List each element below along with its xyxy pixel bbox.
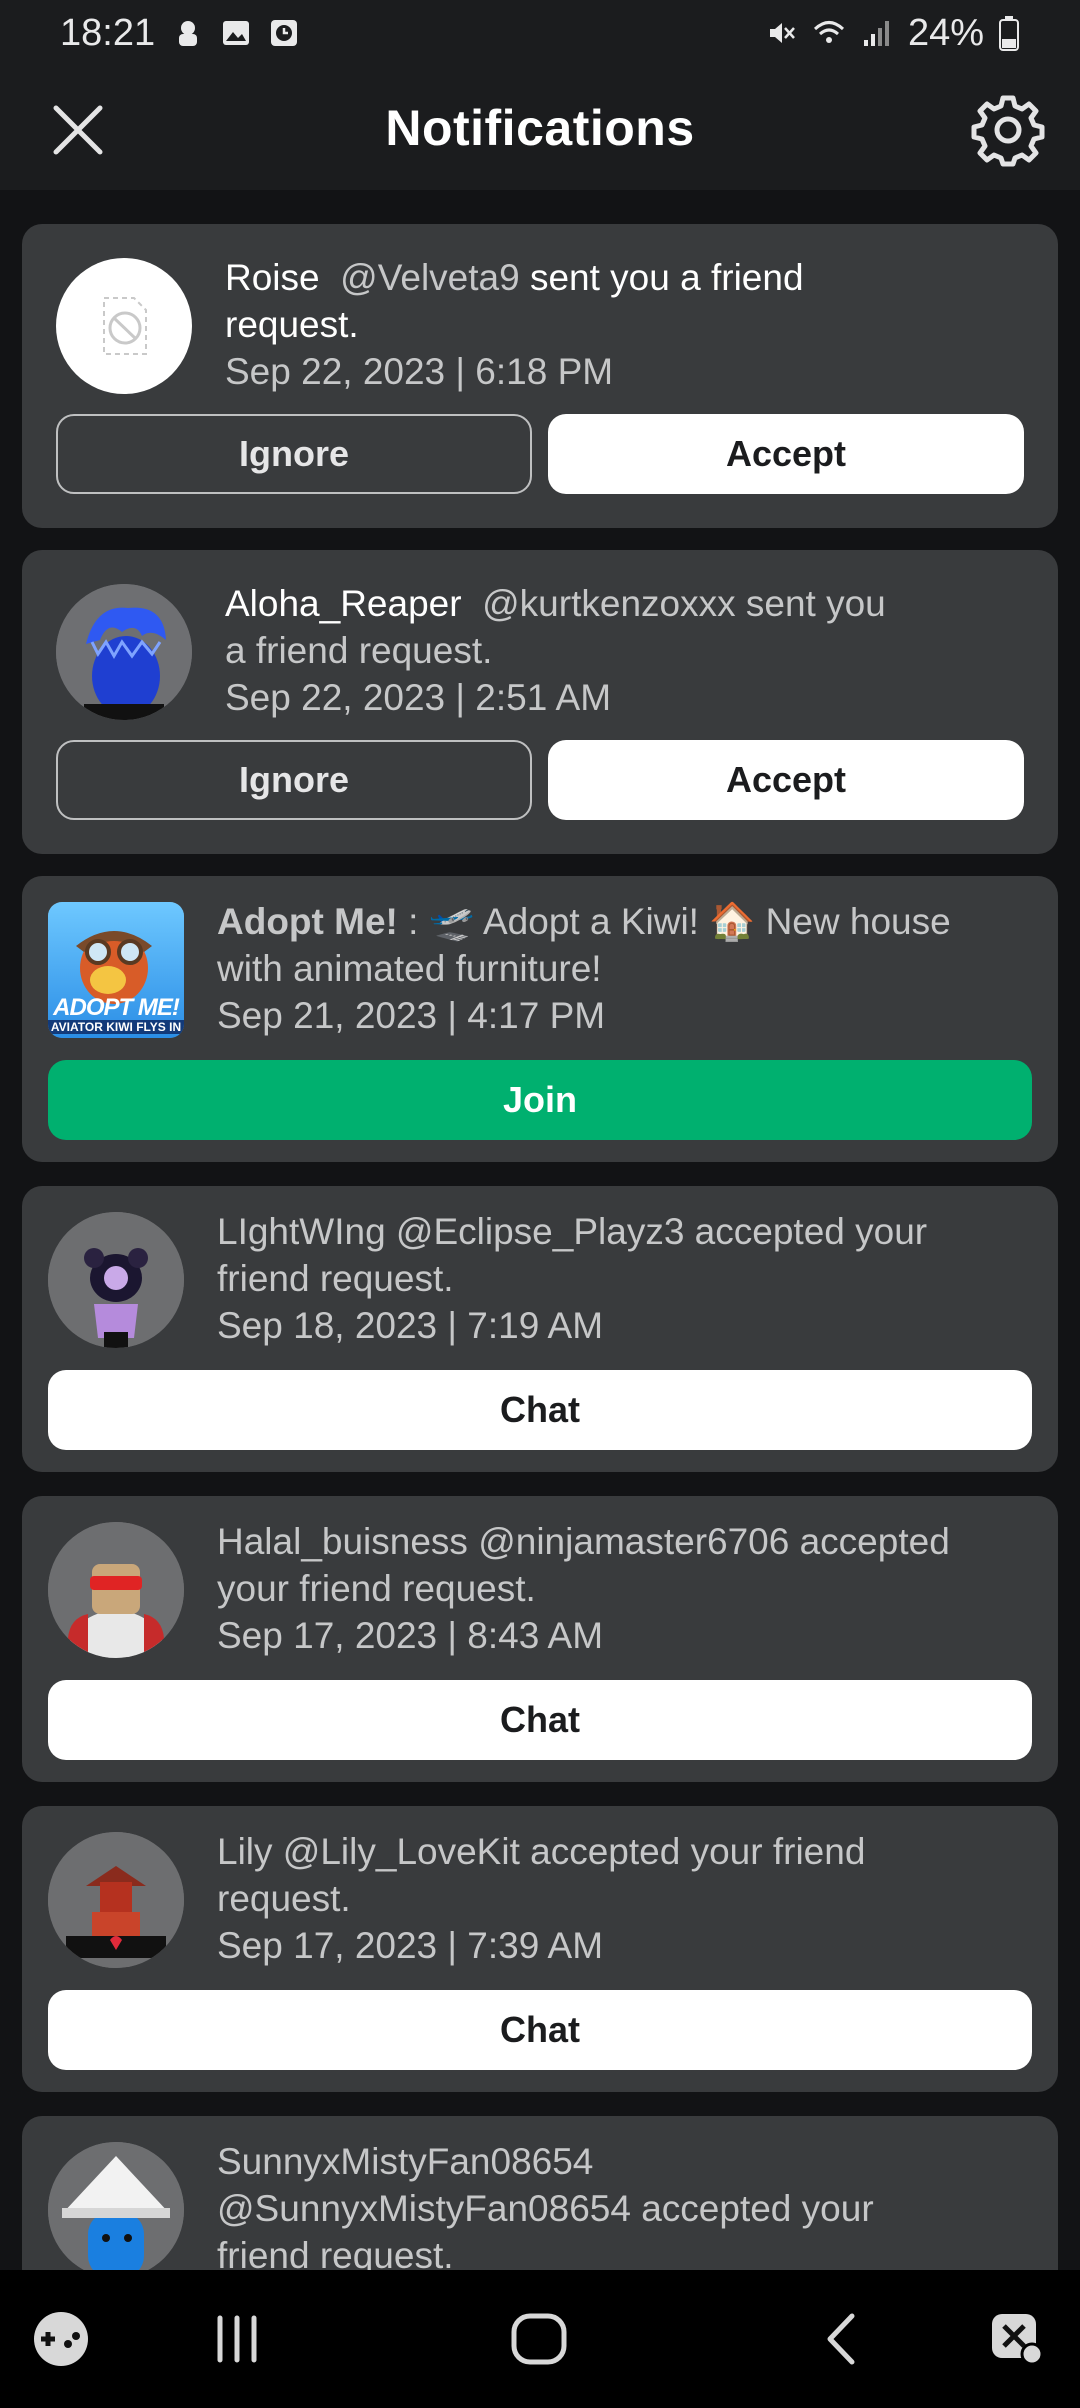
signal-icon xyxy=(863,21,889,46)
status-time: 18:21 xyxy=(60,11,156,54)
battery-percent: 24% xyxy=(907,11,984,54)
battery-icon xyxy=(999,16,1019,51)
display-name[interactable]: Aloha_Reaper xyxy=(225,583,462,624)
join-button[interactable]: Join xyxy=(48,1060,1032,1140)
timestamp: Sep 22, 2023 | 2:51 AM xyxy=(225,677,612,718)
chat-button[interactable]: Chat xyxy=(48,1680,1032,1760)
chat-button[interactable]: Chat xyxy=(48,1990,1032,2070)
timestamp: Sep 17, 2023 | 8:43 AM xyxy=(217,1615,604,1656)
friend-request-card: Aloha_Reaper @kurtkenzoxxx sent you a fr… xyxy=(22,550,1058,854)
message-text-cont: @SunnyxMistyFan08654 accepted your xyxy=(217,2188,874,2229)
page-title: Notifications xyxy=(385,100,695,156)
avatar-image xyxy=(48,2142,184,2270)
friend-accepted-card: LIghtWIng @Eclipse_Playz3 accepted your … xyxy=(22,1186,1058,1472)
message-text[interactable]: Lily @Lily_LoveKit accepted your friend xyxy=(217,1831,865,1872)
avatar[interactable] xyxy=(56,584,192,720)
avatar-image xyxy=(48,1522,184,1658)
game-update-card: ADOPT ME! AVIATOR KIWI FLYS IN Adopt Me!… xyxy=(22,876,1058,1162)
close-icon[interactable] xyxy=(48,100,108,160)
accept-button[interactable]: Accept xyxy=(548,414,1024,494)
navigation-bar xyxy=(0,2270,1080,2408)
notification-text: Roise @Velveta9 sent you a friend reques… xyxy=(225,254,1025,395)
game-thumbnail-subtitle: AVIATOR KIWI FLYS IN xyxy=(48,1020,184,1034)
message-text-cont: request. xyxy=(217,1878,351,1919)
timestamp: Sep 21, 2023 | 4:17 PM xyxy=(217,995,606,1036)
avatar[interactable] xyxy=(48,1832,184,1968)
avatar-image xyxy=(56,584,192,720)
username[interactable]: @kurtkenzoxxx xyxy=(482,583,735,624)
message-text-cont: request. xyxy=(225,304,359,345)
notification-text: Lily @Lily_LoveKit accepted your friend … xyxy=(217,1828,1037,1969)
status-bar: 18:21 24% xyxy=(0,0,1080,66)
notification-text: LIghtWIng @Eclipse_Playz3 accepted your … xyxy=(217,1208,1037,1349)
friend-request-card: Roise @Velveta9 sent you a friend reques… xyxy=(22,224,1058,528)
game-thumbnail-title: ADOPT ME! xyxy=(53,994,180,1021)
broken-image-icon xyxy=(103,297,147,355)
username[interactable]: @Velveta9 xyxy=(340,257,520,298)
timestamp: Sep 18, 2023 | 7:19 AM xyxy=(217,1305,604,1346)
timestamp: Sep 17, 2023 | 7:39 AM xyxy=(217,1925,604,1966)
game-thumbnail[interactable]: ADOPT ME! AVIATOR KIWI FLYS IN xyxy=(48,902,184,1038)
header: Notifications xyxy=(0,66,1080,190)
notification-icon xyxy=(179,21,198,46)
chat-button[interactable]: Chat xyxy=(48,1370,1032,1450)
notification-text: SunnyxMistyFan08654 @SunnyxMistyFan08654… xyxy=(217,2138,1037,2270)
avatar-image xyxy=(48,1832,184,1968)
avatar-image xyxy=(48,1212,184,1348)
game-controller-icon[interactable] xyxy=(30,2308,92,2370)
friend-accepted-card: SunnyxMistyFan08654 @SunnyxMistyFan08654… xyxy=(22,2116,1058,2270)
message-text[interactable]: SunnyxMistyFan08654 xyxy=(217,2141,593,2182)
notification-text: Adopt Me! : 🛫 Adopt a Kiwi! 🏠 New house … xyxy=(217,898,1037,1039)
message-text-cont: with animated furniture! xyxy=(217,948,602,989)
notifications-list[interactable]: Roise @Velveta9 sent you a friend reques… xyxy=(0,190,1080,2270)
ignore-button[interactable]: Ignore xyxy=(56,740,532,820)
timestamp: Sep 22, 2023 | 6:18 PM xyxy=(225,351,614,392)
notification-text: Halal_buisness @ninjamaster6706 accepted… xyxy=(217,1518,1037,1659)
avatar[interactable] xyxy=(48,2142,184,2270)
message-text: sent you xyxy=(735,583,886,624)
recent-apps-icon[interactable] xyxy=(206,2308,268,2370)
message-text: : 🛫 Adopt a Kiwi! 🏠 New house xyxy=(397,901,951,942)
mute-icon xyxy=(769,23,795,43)
message-text-cont: friend request. xyxy=(217,2235,454,2270)
avatar[interactable] xyxy=(48,1522,184,1658)
accept-button[interactable]: Accept xyxy=(548,740,1024,820)
notification-text: Aloha_Reaper @kurtkenzoxxx sent you a fr… xyxy=(225,580,1025,721)
ignore-button[interactable]: Ignore xyxy=(56,414,532,494)
gear-icon[interactable] xyxy=(970,92,1046,168)
friend-accepted-card: Halal_buisness @ninjamaster6706 accepted… xyxy=(22,1496,1058,1782)
friend-accepted-card: Lily @Lily_LoveKit accepted your friend … xyxy=(22,1806,1058,2092)
display-name[interactable]: Roise xyxy=(225,257,320,298)
message-text-cont: friend request. xyxy=(217,1258,454,1299)
clock-icon xyxy=(271,20,298,46)
message-text[interactable]: Halal_buisness @ninjamaster6706 accepted xyxy=(217,1521,950,1562)
avatar[interactable] xyxy=(56,258,192,394)
message-text-cont: a friend request. xyxy=(225,630,493,671)
assistant-icon[interactable] xyxy=(986,2308,1048,2370)
wifi-icon xyxy=(813,21,844,43)
message-text: sent you a friend xyxy=(519,257,804,298)
message-text[interactable]: LIghtWIng @Eclipse_Playz3 accepted your xyxy=(217,1211,927,1252)
back-icon[interactable] xyxy=(812,2308,874,2370)
avatar[interactable] xyxy=(48,1212,184,1348)
home-icon[interactable] xyxy=(508,2308,570,2370)
image-icon xyxy=(223,21,250,45)
message-text-cont: your friend request. xyxy=(217,1568,536,1609)
game-name[interactable]: Adopt Me! xyxy=(217,901,398,942)
